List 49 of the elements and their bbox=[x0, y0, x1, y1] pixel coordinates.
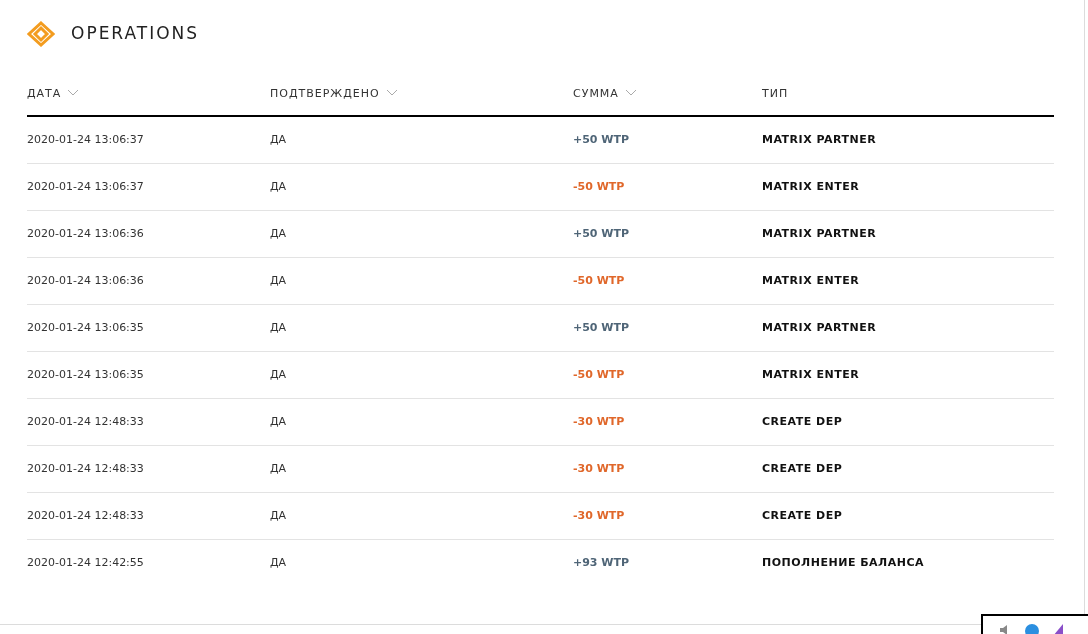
chevron-down-icon bbox=[67, 89, 80, 96]
table-cell: MATRIX ENTER bbox=[762, 367, 860, 381]
date-cell: 2020-01-24 13:06:36 bbox=[27, 226, 144, 240]
amount-cell: -50 WTP bbox=[573, 179, 625, 193]
amount-cell: -50 WTP bbox=[573, 367, 625, 381]
table-cell: MATRIX ENTER bbox=[762, 179, 860, 193]
amount-cell: +50 WTP bbox=[573, 132, 630, 146]
page-title: OPERATIONS bbox=[71, 22, 200, 46]
table-cell: MATRIX ENTER bbox=[762, 273, 860, 287]
date-cell: 2020-01-24 12:48:33 bbox=[27, 461, 144, 475]
table-cell: ДА bbox=[270, 320, 287, 334]
table-cell: ДА bbox=[270, 226, 287, 240]
logo-icon bbox=[27, 21, 55, 47]
table-cell: ДА bbox=[270, 132, 287, 146]
table-cell: ДА bbox=[270, 555, 287, 569]
table-cell: ДА bbox=[270, 273, 287, 287]
table-cell: MATRIX PARTNER bbox=[762, 132, 877, 146]
column-header[interactable]: СУММА bbox=[573, 86, 637, 103]
table-cell: CREATE DEP bbox=[762, 508, 843, 522]
column-header[interactable]: ПОДТВЕРЖДЕНО bbox=[270, 86, 398, 103]
table-cell: MATRIX PARTNER bbox=[762, 320, 877, 334]
column-header[interactable]: ТИП bbox=[762, 86, 789, 103]
amount-cell: +93 WTP bbox=[573, 555, 630, 569]
amount-cell: -30 WTP bbox=[573, 414, 625, 428]
table-cell: ПОПОЛНЕНИЕ БАЛАНСА bbox=[762, 555, 925, 569]
table-cell: ДА bbox=[270, 508, 287, 522]
amount-cell: -30 WTP bbox=[573, 461, 625, 475]
chevron-down-icon bbox=[624, 89, 637, 96]
date-cell: 2020-01-24 12:48:33 bbox=[27, 508, 144, 522]
chevron-down-icon bbox=[385, 89, 398, 96]
table-cell: MATRIX PARTNER bbox=[762, 226, 877, 240]
amount-cell: -30 WTP bbox=[573, 508, 625, 522]
amount-cell: +50 WTP bbox=[573, 320, 630, 334]
table-cell: ДА bbox=[270, 367, 287, 381]
amount-cell: -50 WTP bbox=[573, 273, 625, 287]
table-cell: ДА bbox=[270, 461, 287, 475]
column-header[interactable]: ДАТА bbox=[27, 86, 80, 103]
date-cell: 2020-01-24 12:42:55 bbox=[27, 555, 144, 569]
date-cell: 2020-01-24 13:06:37 bbox=[27, 179, 144, 193]
date-cell: 2020-01-24 12:48:33 bbox=[27, 414, 144, 428]
date-cell: 2020-01-24 13:06:36 bbox=[27, 273, 144, 287]
table-cell: CREATE DEP bbox=[762, 461, 843, 475]
date-cell: 2020-01-24 13:06:35 bbox=[27, 367, 144, 381]
date-cell: 2020-01-24 13:06:37 bbox=[27, 132, 144, 146]
amount-cell: +50 WTP bbox=[573, 226, 630, 240]
table-cell: CREATE DEP bbox=[762, 414, 843, 428]
table-cell: ДА bbox=[270, 414, 287, 428]
date-cell: 2020-01-24 13:06:35 bbox=[27, 320, 144, 334]
table-cell: ДА bbox=[270, 179, 287, 193]
